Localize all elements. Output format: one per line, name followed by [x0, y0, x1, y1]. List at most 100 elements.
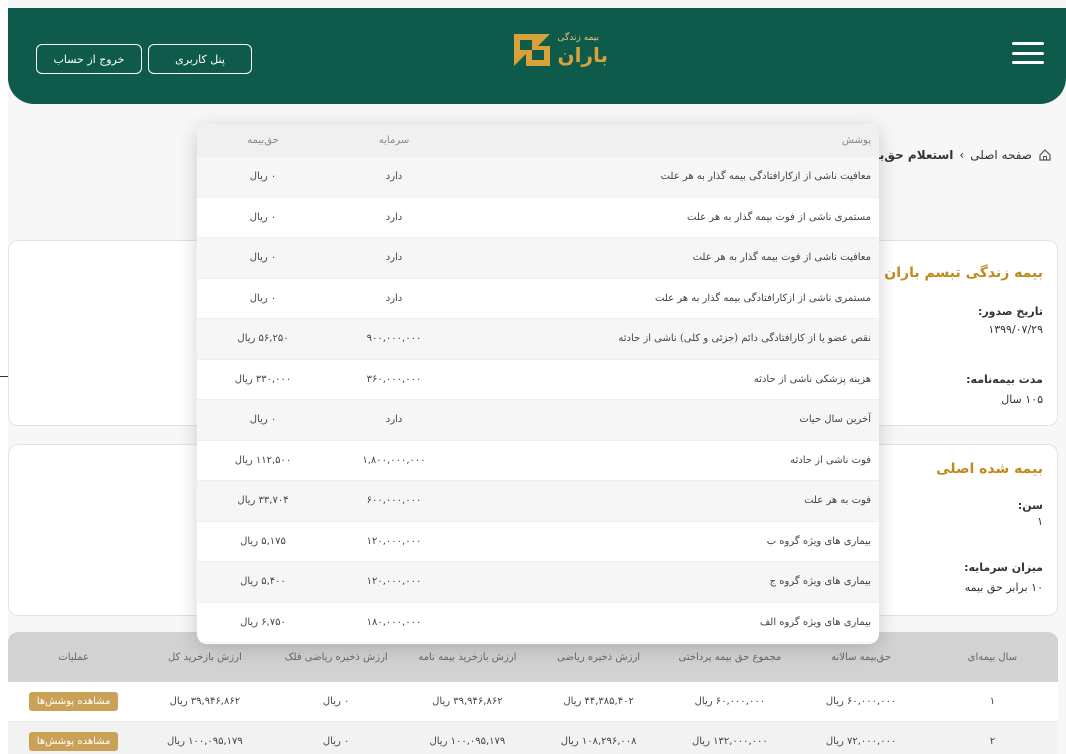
coverage-premium: ۰ ریال	[249, 171, 277, 183]
coverage-row: بیماری های ویژه گروه ج ۱۲۰,۰۰۰,۰۰۰ ۵,۴۰۰…	[197, 562, 879, 603]
coverage-row: هزینه پزشکی ناشی از حادثه ۳۶۰,۰۰۰,۰۰۰ ۳۳…	[197, 360, 879, 400]
coverage-premium: ۱۱۲,۵۰۰ ریال	[234, 454, 292, 466]
capital-label: میزان سرمایه:	[964, 561, 1043, 574]
table-cell: ۰ ریال	[322, 736, 350, 747]
coverage-name: فوت ناشی از حادثه	[790, 454, 871, 466]
breadcrumb: صفحه اصلی › استعلام حق‌بیمه	[860, 148, 1052, 162]
table-cell: ۷۲,۰۰۰,۰۰۰ ریال	[825, 736, 897, 747]
table-cell: مشاهده پوشش‌ها	[8, 722, 139, 754]
coverage-capital: دارد	[385, 414, 403, 426]
coverage-capital: ۱,۸۰۰,۰۰۰,۰۰۰	[362, 454, 426, 466]
modal-header-cover: پوشش	[841, 135, 871, 146]
modal-header-capital: سرمایه	[378, 135, 410, 146]
insured-title: بیمه شده اصلی	[936, 461, 1043, 477]
table-cell: ۳۹,۹۴۶,۸۶۲ ریال	[169, 696, 241, 707]
home-icon[interactable]	[1038, 148, 1052, 162]
view-coverages-button[interactable]: مشاهده پوشش‌ها	[28, 692, 119, 711]
brand-logo[interactable]: بیمه زندگی باران	[488, 20, 608, 80]
duration-label: مدت بیمه‌نامه:	[966, 373, 1043, 386]
coverage-premium: ۰ ریال	[249, 292, 277, 304]
coverage-name: نقص عضو یا از کارافتادگی دائم (جزئی و کل…	[618, 333, 871, 345]
coverage-capital: ۱۲۰,۰۰۰,۰۰۰	[366, 576, 422, 588]
coverage-name: هزینه پزشکی ناشی از حادثه	[753, 373, 871, 385]
coverage-row: معافیت ناشی از فوت بیمه گذار به هر علت د…	[197, 238, 879, 279]
table-header-cell: عملیات	[58, 651, 89, 663]
logo-big-text: باران	[557, 43, 608, 67]
coverage-row: بیماری های ویژه گروه ب ۱۲۰,۰۰۰,۰۰۰ ۵,۱۷۵…	[197, 522, 879, 562]
coverage-name: مستمری ناشی از فوت بیمه گذار به هر علت	[687, 211, 871, 223]
coverage-capital: دارد	[385, 211, 403, 223]
issue-date-value: ۱۳۹۹/۰۷/۲۹	[988, 323, 1043, 336]
coverage-row: مستمری ناشی از ازکارافتادگی بیمه گذار به…	[197, 279, 879, 319]
logo-text: بیمه زندگی باران	[558, 33, 608, 67]
coverage-capital: ۹۰۰,۰۰۰,۰۰۰	[366, 333, 422, 345]
logout-button[interactable]: خروج از حساب	[36, 44, 142, 74]
coverage-premium: ۵۶,۲۵۰ ریال	[237, 333, 289, 345]
duration-value: ۱۰۵ سال	[1001, 393, 1043, 406]
coverage-name: مستمری ناشی از ازکارافتادگی بیمه گذار به…	[654, 292, 871, 304]
breadcrumb-home[interactable]: صفحه اصلی	[970, 148, 1032, 162]
table-cell: ۶۰,۰۰۰,۰۰۰ ریال	[694, 696, 766, 707]
table-row: ۱ ۶۰,۰۰۰,۰۰۰ ریال ۶۰,۰۰۰,۰۰۰ ریال ۴۴,۳۸۵…	[8, 682, 1058, 722]
age-label: سن:	[1017, 499, 1043, 512]
coverage-premium: ۳۳,۷۰۴ ریال	[237, 495, 289, 507]
coverage-capital: دارد	[385, 252, 403, 264]
view-coverages-button[interactable]: مشاهده پوشش‌ها	[28, 732, 119, 751]
coverage-capital: ۱۸۰,۰۰۰,۰۰۰	[366, 616, 422, 628]
coverage-premium: ۵,۴۰۰ ریال	[240, 576, 286, 588]
coverage-capital: دارد	[385, 292, 403, 304]
coverage-row: بیماری های ویژه گروه الف ۱۸۰,۰۰۰,۰۰۰ ۶,۷…	[197, 603, 879, 643]
coverage-name: فوت به هر علت	[804, 495, 871, 507]
table-cell: ۲	[989, 736, 996, 747]
coverage-row: فوت به هر علت ۶۰۰,۰۰۰,۰۰۰ ۳۳,۷۰۴ ریال	[197, 481, 879, 522]
hamburger-menu-icon[interactable]	[1012, 42, 1044, 64]
user-panel-button[interactable]: پنل کاربری	[148, 44, 252, 74]
edge-divider	[0, 376, 8, 377]
coverage-capital: دارد	[385, 171, 403, 183]
coverage-row: آخرین سال حیات دارد ۰ ریال	[197, 400, 879, 441]
coverage-name: آخرین سال حیات	[799, 414, 871, 426]
coverage-row: معافیت ناشی از ازکارافتادگی بیمه گذار به…	[197, 157, 879, 198]
table-cell: ۱	[989, 696, 996, 707]
logo-small-text: بیمه زندگی	[557, 33, 600, 43]
coverage-premium: ۰ ریال	[249, 252, 277, 264]
age-value: ۱	[1037, 515, 1043, 528]
coverage-premium: ۰ ریال	[249, 211, 277, 223]
issue-date-label: تاریخ صدور:	[977, 305, 1043, 318]
app-header: بیمه زندگی باران پنل کاربری خروج از حساب	[8, 8, 1066, 104]
coverage-row: نقص عضو یا از کارافتادگی دائم (جزئی و کل…	[197, 319, 879, 360]
coverage-premium: ۶,۷۵۰ ریال	[240, 616, 286, 628]
table-cell: مشاهده پوشش‌ها	[8, 682, 139, 721]
coverage-capital: ۳۶۰,۰۰۰,۰۰۰	[366, 373, 422, 385]
coverage-capital: ۱۲۰,۰۰۰,۰۰۰	[366, 535, 422, 547]
breadcrumb-separator: ›	[959, 148, 965, 162]
coverage-premium: ۳۳۰,۰۰۰ ریال	[234, 373, 292, 385]
table-cell: ۳۹,۹۴۶,۸۶۲ ریال	[432, 696, 503, 707]
coverage-premium: ۵,۱۷۵ ریال	[240, 535, 286, 547]
table-cell: ۱۳۲,۰۰۰,۰۰۰ ریال	[691, 736, 768, 747]
table-cell: ۱۰۸,۲۹۶,۰۰۸ ریال	[560, 736, 637, 747]
table-header-cell: سال بیمه‌ای	[967, 651, 1018, 663]
modal-rows: معافیت ناشی از ازکارافتادگی بیمه گذار به…	[197, 157, 879, 643]
coverage-row: مستمری ناشی از فوت بیمه گذار به هر علت د…	[197, 198, 879, 238]
table-cell: ۱۰۰,۰۹۵,۱۷۹ ریال	[166, 736, 243, 747]
table-cell: ۶۰,۰۰۰,۰۰۰ ریال	[825, 696, 897, 707]
coverage-name: معافیت ناشی از فوت بیمه گذار به هر علت	[692, 252, 871, 264]
coverage-name: بیماری های ویژه گروه الف	[759, 616, 871, 628]
coverages-modal: پوشش سرمایه حق‌بیمه معافیت ناشی از ازکار…	[197, 124, 879, 644]
modal-header-premium: حق‌بیمه	[247, 135, 279, 146]
modal-header-row: پوشش سرمایه حق‌بیمه	[197, 124, 879, 157]
table-cell: ۴۴,۳۸۵,۴۰۲ ریال	[563, 696, 634, 707]
coverage-name: معافیت ناشی از ازکارافتادگی بیمه گذار به…	[660, 171, 871, 183]
coverage-row: فوت ناشی از حادثه ۱,۸۰۰,۰۰۰,۰۰۰ ۱۱۲,۵۰۰ …	[197, 441, 879, 481]
table-row: ۲ ۷۲,۰۰۰,۰۰۰ ریال ۱۳۲,۰۰۰,۰۰۰ ریال ۱۰۸,۲…	[8, 722, 1058, 754]
coverage-premium: ۰ ریال	[249, 414, 277, 426]
coverage-capital: ۶۰۰,۰۰۰,۰۰۰	[366, 495, 422, 507]
logo-mark-icon	[513, 34, 550, 66]
yearly-values-table: سال بیمه‌ای حق‌بیمه سالانه مجموع حق بیمه…	[8, 632, 1058, 754]
table-cell: ۱۰۰,۰۹۵,۱۷۹ ریال	[429, 736, 506, 747]
table-cell: ۰ ریال	[322, 696, 350, 707]
coverage-name: بیماری های ویژه گروه ج	[769, 576, 871, 588]
left-edge	[0, 0, 8, 754]
coverage-name: بیماری های ویژه گروه ب	[766, 535, 871, 547]
